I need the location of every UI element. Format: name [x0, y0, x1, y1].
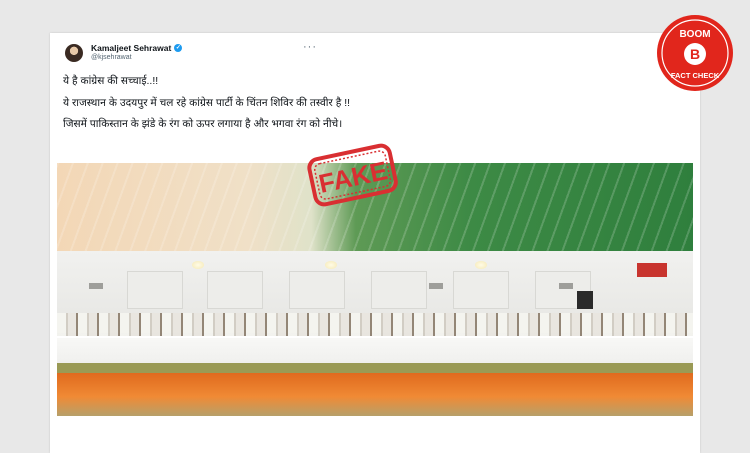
ceiling-light [192, 261, 204, 269]
tweet-paragraph: ये है कांग्रेस की सच्चाई..!! [63, 75, 159, 87]
air-conditioner [559, 283, 573, 289]
author-name[interactable]: Kamaljeet Sehrawat ✓ [91, 43, 183, 53]
author-handle[interactable]: @kjsehrawat [91, 54, 132, 61]
tweet-text: ये है कांग्रेस की सच्चाई..!! ये राजस्थान… [63, 75, 363, 140]
boom-fact-check-logo: BOOM B FACT CHECK [657, 15, 733, 91]
fake-stamp: FAKE [307, 143, 398, 207]
wall-panel [127, 271, 183, 309]
more-options-icon[interactable]: ··· [303, 41, 317, 53]
ceiling-light [475, 261, 487, 269]
logo-letter: B [690, 46, 700, 62]
tweet-paragraph: ये राजस्थान के उदयपुर में चल रहे कांग्रे… [63, 96, 351, 109]
ceiling-light [325, 261, 337, 269]
air-conditioner [429, 283, 443, 289]
wall-panel [207, 271, 263, 309]
wall-panel [289, 271, 345, 309]
tweet-paragraph: जिसमें पाकिस्तान के झंडे के रंग को ऊपर ल… [63, 118, 343, 130]
air-conditioner [89, 283, 103, 289]
wall-panel [371, 271, 427, 309]
verified-badge-icon: ✓ [174, 44, 183, 52]
logo-top-text: BOOM [679, 29, 710, 40]
wall-poster [637, 263, 667, 277]
speaker [577, 291, 593, 309]
wall-panel [453, 271, 509, 309]
author-name-text[interactable]: Kamaljeet Sehrawat [91, 43, 171, 53]
logo-bottom-text: FACT CHECK [671, 71, 720, 80]
avatar[interactable] [65, 44, 83, 62]
orange-floor [57, 373, 693, 416]
